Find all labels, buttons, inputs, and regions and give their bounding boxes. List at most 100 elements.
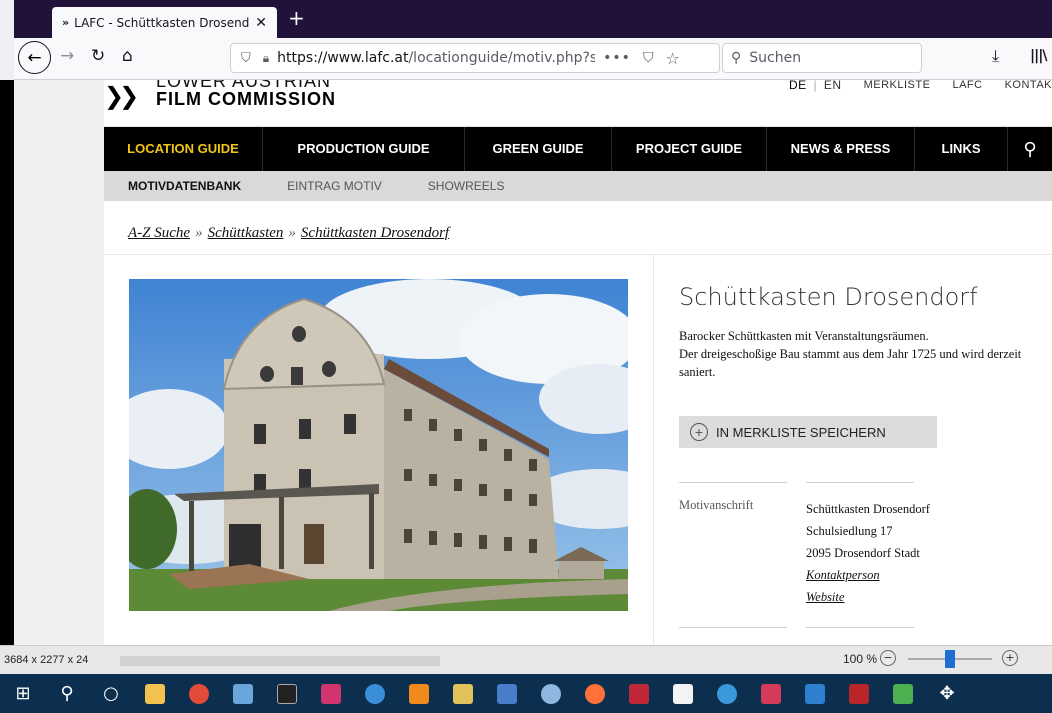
breadcrumb-separator: »: [288, 225, 296, 241]
app-icon[interactable]: [534, 678, 568, 710]
forward-button[interactable]: →: [60, 46, 74, 66]
viewer-status-bar: 3684 x 2277 x 24 100 % − +: [0, 645, 1052, 674]
subnav-showreels[interactable]: SHOWREELS: [428, 179, 505, 193]
home-icon[interactable]: ⌂: [122, 46, 133, 66]
search-input[interactable]: ⚲ Suchen: [722, 43, 922, 73]
breadcrumb-level1[interactable]: Schüttkasten: [208, 225, 284, 241]
browser-tab[interactable]: » LAFC - Schüttkasten Drosendor ✕: [52, 7, 277, 38]
description-line2: Der dreigeschoßige Bau stammt aus dem Ja…: [679, 347, 1022, 379]
app-icon[interactable]: [622, 678, 656, 710]
save-disk-icon[interactable]: [490, 678, 524, 710]
reload-button[interactable]: ↻: [91, 46, 105, 66]
nav-project-guide[interactable]: PROJECT GUIDE: [612, 127, 767, 171]
library-icon[interactable]: |||\: [1030, 48, 1047, 64]
tab-title: LAFC - Schüttkasten Drosendor: [74, 15, 250, 30]
app-icon[interactable]: [798, 678, 832, 710]
cortana-icon[interactable]: ○: [94, 678, 128, 710]
site-header: ❯❯ LOWER AUSTRIAN FILM COMMISSION DE | E…: [104, 80, 1052, 127]
lang-en[interactable]: EN: [824, 80, 842, 92]
location-description: Barocker Schüttkasten mit Veranstaltungs…: [679, 327, 1044, 381]
url-domain: https://www.lafc.at: [277, 50, 409, 66]
save-button-label: IN MERKLISTE SPEICHERN: [716, 424, 886, 440]
download-icon[interactable]: ⤓: [992, 46, 999, 66]
search-icon[interactable]: ⚲: [50, 678, 84, 710]
close-tab-icon[interactable]: ✕: [255, 15, 267, 31]
nav-location-guide[interactable]: LOCATION GUIDE: [104, 127, 263, 171]
back-button[interactable]: ←: [18, 41, 51, 74]
breadcrumb-separator: »: [195, 225, 203, 241]
address-street: Schulsiedlung 17: [806, 524, 893, 538]
search-icon: ⚲: [731, 50, 742, 66]
lang-de[interactable]: DE: [789, 80, 807, 92]
contact-person-link[interactable]: Kontaktperson: [806, 564, 930, 586]
divider: [806, 482, 914, 483]
site-search-icon[interactable]: ⚲: [1008, 139, 1052, 160]
content-area: Schüttkasten Drosendorf Barocker Schüttk…: [104, 255, 1052, 645]
page: ❯❯ LOWER AUSTRIAN FILM COMMISSION DE | E…: [104, 80, 1052, 645]
terminal-icon[interactable]: [270, 678, 304, 710]
logo-line2[interactable]: FILM COMMISSION: [156, 89, 336, 110]
browser-tab-bar: » LAFC - Schüttkasten Drosendor ✕ +: [0, 0, 1052, 38]
description-line1: Barocker Schüttkasten mit Veranstaltungs…: [679, 329, 929, 343]
vlc-icon[interactable]: [402, 678, 436, 710]
app-icon[interactable]: [886, 678, 920, 710]
chrome-icon[interactable]: [182, 678, 216, 710]
windows-start-icon[interactable]: ⊞: [6, 678, 40, 710]
page-viewport: ❯❯ LOWER AUSTRIAN FILM COMMISSION DE | E…: [14, 80, 1052, 645]
app-icon[interactable]: [358, 678, 392, 710]
site-favicon-icon: »: [62, 16, 69, 29]
shield-icon[interactable]: ⛉: [241, 51, 251, 66]
move-icon[interactable]: ✥: [930, 678, 964, 710]
divider: [679, 627, 787, 628]
image-dimensions: 3684 x 2277 x 24: [4, 654, 89, 666]
divider: [679, 482, 787, 483]
page-actions-icon[interactable]: •••: [603, 50, 631, 66]
logo-chevron-icon[interactable]: ❯❯: [104, 82, 139, 110]
new-tab-icon[interactable]: +: [288, 6, 305, 30]
screen: » LAFC - Schüttkasten Drosendor ✕ + ← → …: [0, 0, 1052, 713]
url-text[interactable]: https://www.lafc.at/locationguide/motiv.…: [277, 50, 595, 66]
breadcrumb-root[interactable]: A-Z Suche: [128, 225, 190, 241]
breadcrumb-level2[interactable]: Schüttkasten Drosendorf: [301, 225, 449, 241]
browser-toolbar: ← → ↻ ⌂ ⛉ 🔒︎ https://www.lafc.at/locatio…: [14, 38, 1052, 80]
bookmark-star-icon[interactable]: ☆: [665, 49, 679, 68]
address-label: Motivanschrift: [679, 498, 754, 512]
filezilla-icon[interactable]: [842, 678, 876, 710]
website-link[interactable]: Website: [806, 586, 930, 608]
zoom-in-button[interactable]: +: [1002, 650, 1018, 666]
content-divider: [653, 255, 654, 645]
nav-green-guide[interactable]: GREEN GUIDE: [465, 127, 612, 171]
subnav-motivdatenbank[interactable]: MOTIVDATENBANK: [128, 179, 241, 193]
zoom-level: 100 %: [843, 652, 878, 666]
app-icon[interactable]: [710, 678, 744, 710]
subnav-eintrag-motiv[interactable]: EINTRAG MOTIV: [287, 179, 382, 193]
app-icon[interactable]: [754, 678, 788, 710]
image-viewer-icon[interactable]: [226, 678, 260, 710]
windows-taskbar: ⊞ ⚲ ○ ✥: [0, 674, 1052, 713]
save-to-merkliste-button[interactable]: + IN MERKLISTE SPEICHERN: [679, 416, 937, 448]
top-link-lafc[interactable]: LAFC: [952, 80, 982, 91]
url-bar[interactable]: ⛉ 🔒︎ https://www.lafc.at/locationguide/m…: [230, 43, 720, 73]
address-name: Schüttkasten Drosendorf: [806, 502, 930, 516]
nav-links[interactable]: LINKS: [915, 127, 1008, 171]
firefox-icon[interactable]: [578, 678, 612, 710]
url-path: /locationguide/motiv.php?si=1(: [408, 50, 596, 66]
zoom-out-button[interactable]: −: [880, 650, 896, 666]
lock-icon[interactable]: 🔒︎: [263, 51, 269, 66]
file-explorer-icon[interactable]: [138, 678, 172, 710]
location-photo[interactable]: [129, 279, 628, 611]
location-photo-graphic: [129, 279, 628, 611]
file-icon[interactable]: [666, 678, 700, 710]
lang-sep: |: [813, 80, 818, 92]
status-info-bar: [120, 656, 440, 666]
top-link-kontakt[interactable]: KONTAK: [1005, 80, 1052, 91]
language-switch: DE | EN: [789, 80, 842, 92]
top-link-merkliste[interactable]: MERKLISTE: [864, 80, 931, 91]
nav-production-guide[interactable]: PRODUCTION GUIDE: [263, 127, 465, 171]
app-icon[interactable]: [446, 678, 480, 710]
breadcrumb: A-Z Suche» Schüttkasten» Schüttkasten Dros…: [104, 201, 1052, 255]
nav-news-press[interactable]: NEWS & PRESS: [767, 127, 915, 171]
xampp-icon[interactable]: [314, 678, 348, 710]
zoom-slider-thumb[interactable]: [945, 650, 955, 668]
pocket-icon[interactable]: ⛉: [643, 50, 654, 66]
